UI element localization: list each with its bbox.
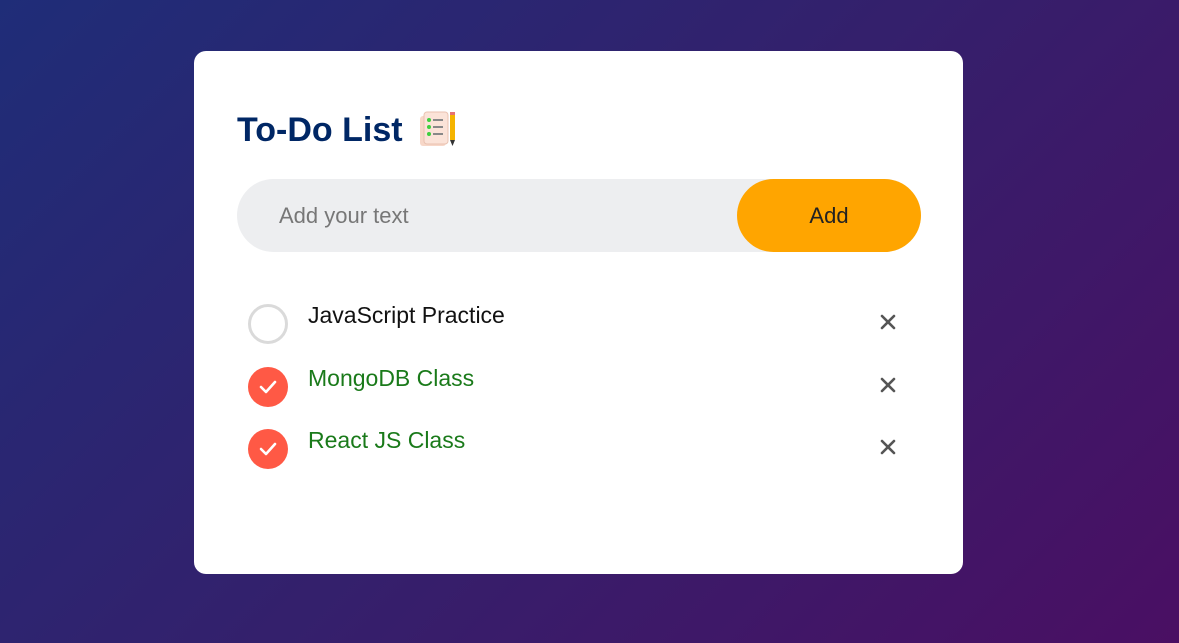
task-text: MongoDB Class xyxy=(308,364,475,391)
close-icon[interactable] xyxy=(876,373,900,397)
close-icon[interactable] xyxy=(876,310,900,334)
circle-icon[interactable] xyxy=(248,304,288,344)
check-circle-icon[interactable] xyxy=(248,429,288,469)
check-circle-icon[interactable] xyxy=(248,366,288,407)
task-input[interactable] xyxy=(237,178,737,253)
list-item[interactable]: JavaScript Practice xyxy=(248,300,908,363)
page-title: To-Do List xyxy=(237,110,403,149)
task-text: JavaScript Practice xyxy=(308,302,505,328)
add-task-row: Add xyxy=(237,178,921,253)
task-list: JavaScript Practice MongoDB Class React … xyxy=(248,300,908,488)
notepad-checklist-icon xyxy=(418,110,458,150)
list-item[interactable]: React JS Class xyxy=(248,425,908,488)
task-text: React JS Class xyxy=(308,427,466,453)
list-item[interactable]: MongoDB Class xyxy=(248,363,908,426)
title-row: To-Do List xyxy=(237,109,458,151)
close-icon[interactable] xyxy=(876,435,900,459)
todo-card: To-Do List Add JavaScript Practice xyxy=(194,51,963,574)
add-button[interactable]: Add xyxy=(737,179,921,252)
